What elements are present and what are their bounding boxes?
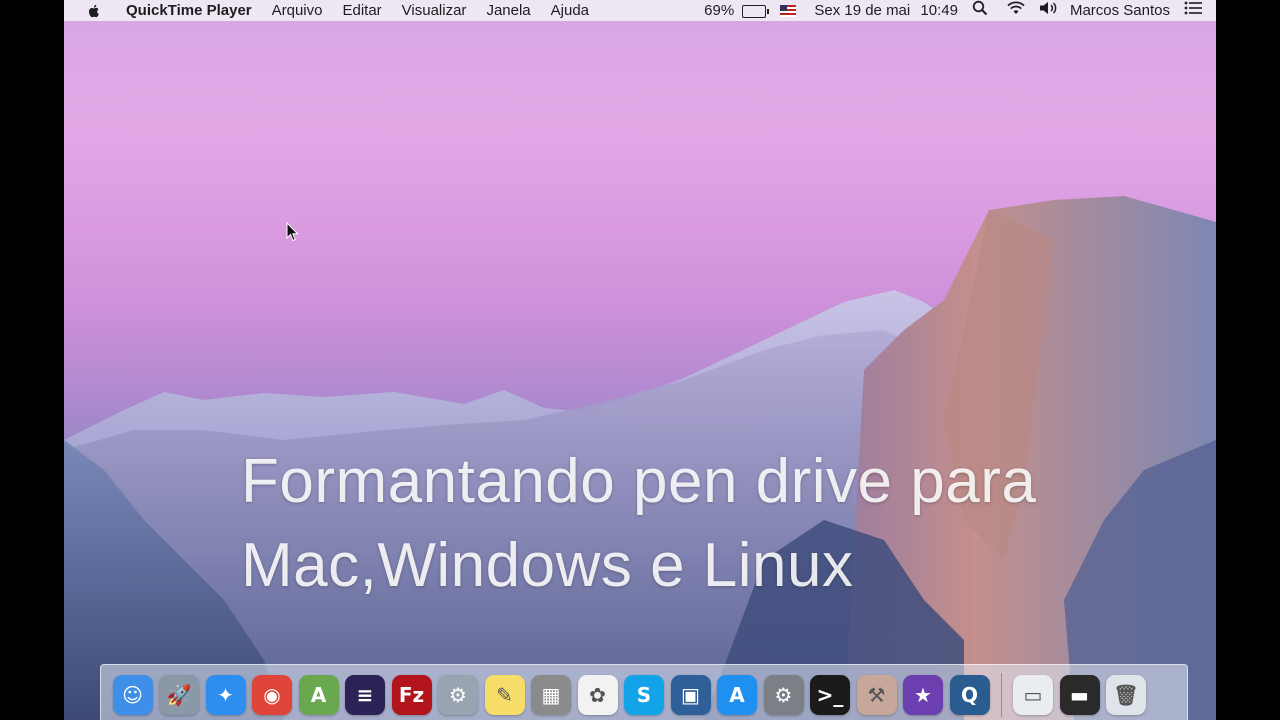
calculator-icon[interactable]: ▦ [531, 675, 571, 715]
menu-visualizar[interactable]: Visualizar [392, 0, 477, 21]
video-title-overlay: Formantando pen drive para Mac,Windows e… [241, 440, 1141, 608]
menu-bar: QuickTime Player Arquivo Editar Visualiz… [64, 0, 1216, 21]
dock: ☺ 🚀 ✦ ◉ A ≡ Fz ⚙ ✎ ▦ ✿ S ▣ A ⚙ >_ ⚒ ★ Q ▭ ▬ 🗑 [100, 664, 1188, 720]
skype-icon[interactable]: S [624, 675, 664, 715]
finder-icon[interactable]: ☺ [112, 675, 153, 715]
clock-time: 10:49 [920, 2, 958, 19]
app-store-icon[interactable]: A [717, 675, 757, 715]
us-flag-icon [780, 5, 797, 18]
user-menu[interactable]: Marcos Santos [1064, 0, 1180, 21]
battery-percent: 69% [704, 2, 735, 19]
dock-separator [1000, 673, 1002, 717]
wallpaper-mountains [64, 196, 1216, 720]
menu-editar[interactable]: Editar [332, 0, 391, 21]
system-preferences-icon[interactable]: ⚙ [763, 675, 804, 715]
launchpad-icon[interactable]: 🚀 [159, 675, 199, 715]
menu-janela[interactable]: Janela [476, 0, 540, 21]
trash-icon[interactable]: 🗑 [1106, 675, 1146, 715]
screenshot-stack-icon[interactable]: ▬ [1059, 675, 1100, 715]
safari-icon[interactable]: ✦ [205, 675, 246, 715]
menu-arquivo[interactable]: Arquivo [262, 0, 333, 21]
clock[interactable]: Sex 19 de mai 10:49 [804, 0, 962, 21]
input-source[interactable] [772, 0, 804, 21]
wifi-icon[interactable] [998, 0, 1034, 22]
android-studio-icon[interactable]: A [298, 675, 339, 715]
downloads-stack-icon[interactable]: ▭ [1013, 675, 1053, 715]
filezilla-icon[interactable]: Fz [391, 675, 432, 715]
desktop: QuickTime Player Arquivo Editar Visualiz… [64, 0, 1216, 720]
spotlight-icon[interactable] [962, 0, 998, 22]
quicktime-icon[interactable]: Q [949, 675, 990, 715]
terminal-icon[interactable]: >_ [810, 675, 850, 715]
menu-ajuda[interactable]: Ajuda [541, 0, 599, 21]
imovie-icon[interactable]: ★ [903, 675, 943, 715]
volume-icon[interactable] [1034, 0, 1064, 22]
photos-icon[interactable]: ✿ [577, 675, 618, 715]
apple-menu-icon[interactable] [86, 3, 102, 19]
virtualbox-icon[interactable]: ▣ [670, 675, 711, 715]
instruments-icon[interactable]: ⚒ [856, 675, 897, 715]
clock-date: Sex 19 de mai [814, 2, 911, 19]
headline-line-1: Formantando pen drive para [241, 447, 1037, 516]
mouse-pointer-icon [286, 222, 299, 242]
headline-line-2: Mac,Windows e Linux [241, 531, 854, 600]
chrome-icon[interactable]: ◉ [252, 675, 292, 715]
app-menu[interactable]: QuickTime Player [116, 0, 262, 21]
system-utility-icon[interactable]: ⚙ [438, 675, 478, 715]
battery-icon [742, 4, 770, 18]
notification-center-icon[interactable] [1180, 0, 1216, 21]
notes-icon[interactable]: ✎ [484, 675, 525, 715]
battery-status[interactable]: 69% [694, 0, 772, 21]
eclipse-icon[interactable]: ≡ [345, 675, 385, 715]
